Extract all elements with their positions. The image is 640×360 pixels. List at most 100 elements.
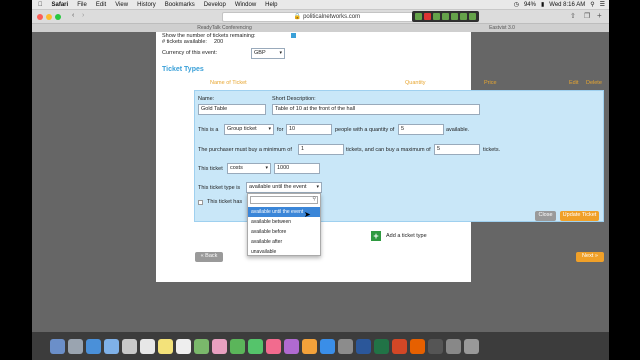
- word-icon[interactable]: [356, 338, 371, 354]
- menu-edit[interactable]: Edit: [96, 2, 106, 8]
- messages-icon[interactable]: [230, 338, 245, 354]
- minimize-window-icon[interactable]: [46, 14, 52, 20]
- system-preferences-icon[interactable]: [338, 338, 353, 354]
- forward-icon[interactable]: ›: [82, 12, 84, 19]
- this-ticket-label: This ticket: [198, 166, 223, 172]
- ticket-kind-select[interactable]: Group ticket ▾: [224, 124, 274, 135]
- price-field[interactable]: 1000: [274, 163, 320, 174]
- search-icon[interactable]: ⚲: [590, 1, 594, 8]
- firefox-icon[interactable]: [410, 338, 425, 354]
- reminders-icon[interactable]: [176, 338, 191, 354]
- chevron-down-icon: ▾: [316, 184, 319, 190]
- menu-window[interactable]: Window: [235, 2, 256, 8]
- apple-menu-icon[interactable]: : [38, 2, 43, 8]
- browser-toolbar: ‹ › 🔒 politicalnetworks.com ⇧ ❐ +: [32, 10, 609, 24]
- calendar-icon[interactable]: [140, 338, 155, 354]
- people-quantity-label: people with a quantity of: [335, 127, 395, 133]
- menu-develop[interactable]: Develop: [204, 2, 226, 8]
- terminal-icon[interactable]: [428, 338, 443, 354]
- col-quantity: Quantity: [405, 80, 426, 86]
- ibooks-icon[interactable]: [302, 338, 317, 354]
- back-icon[interactable]: ‹: [72, 12, 74, 19]
- zoom-window-icon[interactable]: [55, 14, 61, 20]
- quantity-field[interactable]: 5: [398, 124, 444, 135]
- currency-select[interactable]: GBP ▾: [251, 48, 285, 59]
- dropdown-search-input[interactable]: [250, 196, 318, 204]
- tab-bar: ReadyTalk Conferencing Eastvist 3.0: [32, 24, 609, 32]
- lock-icon: 🔒: [293, 14, 302, 20]
- tab-eastvist[interactable]: Eastvist 3.0: [412, 25, 592, 31]
- recorder-pause-icon[interactable]: [433, 13, 440, 20]
- recorder-back-icon[interactable]: [415, 13, 422, 20]
- back-button[interactable]: « Back: [195, 252, 223, 262]
- podcasts-icon[interactable]: [284, 338, 299, 354]
- menu-file[interactable]: File: [77, 2, 87, 8]
- wifi-icon[interactable]: ◷: [514, 1, 519, 8]
- recorder-forward-icon[interactable]: [469, 13, 476, 20]
- group-size-field[interactable]: 10: [286, 124, 332, 135]
- mouse-cursor-icon: ➤: [304, 210, 311, 219]
- app-store-icon[interactable]: [320, 338, 335, 354]
- search-icon: ⚲: [312, 196, 316, 202]
- recorder-stop-icon[interactable]: [424, 13, 431, 20]
- menu-history[interactable]: History: [137, 2, 156, 8]
- this-is-a-label: This is a: [198, 127, 219, 133]
- add-icon[interactable]: +: [371, 231, 381, 241]
- ticket-types-title: Ticket Types: [162, 66, 204, 73]
- col-delete: Delete: [586, 80, 602, 86]
- dropdown-option-after[interactable]: available after: [248, 237, 320, 247]
- cost-type-select[interactable]: costs ▾: [227, 163, 271, 174]
- menu-bookmarks[interactable]: Bookmarks: [165, 2, 195, 8]
- recorder-pen-icon[interactable]: [451, 13, 458, 20]
- menu-safari[interactable]: Safari: [52, 2, 69, 8]
- col-name-of-ticket: Name of Ticket: [210, 80, 247, 86]
- finder-icon[interactable]: [50, 338, 65, 354]
- downloads-icon[interactable]: [446, 338, 461, 354]
- trash-icon[interactable]: [464, 338, 479, 354]
- ticket-name-field[interactable]: Gold Table: [198, 104, 266, 115]
- tickets-available-value: 200: [214, 39, 224, 45]
- notifications-icon[interactable]: ☰: [600, 1, 605, 8]
- maps-icon[interactable]: [194, 338, 209, 354]
- battery-icon[interactable]: ▮: [541, 1, 544, 8]
- dropdown-option-before[interactable]: available before: [248, 227, 320, 237]
- short-description-field[interactable]: Table of 10 at the front of the hall: [272, 104, 480, 115]
- ticket-has-checkbox[interactable]: [198, 200, 203, 205]
- for-label: for: [277, 127, 284, 133]
- notes-icon[interactable]: [158, 338, 173, 354]
- launchpad-icon[interactable]: [68, 338, 83, 354]
- address-bar[interactable]: 🔒 politicalnetworks.com: [222, 12, 432, 22]
- minimum-field[interactable]: 1: [298, 144, 344, 155]
- photos-icon[interactable]: [212, 338, 227, 354]
- tabs-icon[interactable]: ❐: [584, 12, 590, 20]
- safari-dock-icon[interactable]: [86, 338, 101, 354]
- show-remaining-checkbox[interactable]: [291, 33, 296, 38]
- dropdown-option-unavailable[interactable]: unavailable: [248, 247, 320, 257]
- recorder-play-icon[interactable]: [442, 13, 449, 20]
- menu-view[interactable]: View: [115, 2, 128, 8]
- itunes-icon[interactable]: [266, 338, 281, 354]
- ticket-has-label: This ticket has: [207, 199, 243, 205]
- availability-select[interactable]: available until the event ▾: [246, 182, 322, 193]
- close-button[interactable]: Close: [535, 211, 556, 221]
- add-ticket-type-link[interactable]: Add a ticket type: [386, 233, 427, 239]
- close-window-icon[interactable]: [37, 14, 43, 20]
- recorder-camera-icon[interactable]: [460, 13, 467, 20]
- update-ticket-button[interactable]: Update Ticket: [560, 211, 599, 221]
- new-tab-icon[interactable]: +: [597, 11, 602, 20]
- next-button[interactable]: Next »: [576, 252, 604, 262]
- excel-icon[interactable]: [374, 338, 389, 354]
- screen-recorder-controls: [412, 11, 479, 22]
- share-icon[interactable]: ⇧: [570, 12, 576, 20]
- currency-label: Currency of this event:: [162, 50, 218, 56]
- cost-type-value: costs: [230, 165, 243, 171]
- menu-help[interactable]: Help: [265, 2, 277, 8]
- contacts-icon[interactable]: [122, 338, 137, 354]
- facetime-icon[interactable]: [248, 338, 263, 354]
- clock[interactable]: Wed 8:16 AM: [549, 2, 585, 8]
- maximum-field[interactable]: 5: [434, 144, 480, 155]
- powerpoint-icon[interactable]: [392, 338, 407, 354]
- mail-icon[interactable]: [104, 338, 119, 354]
- tab-readytalk[interactable]: ReadyTalk Conferencing: [132, 25, 317, 31]
- screen:  Safari File Edit View History Bookmark…: [32, 0, 609, 360]
